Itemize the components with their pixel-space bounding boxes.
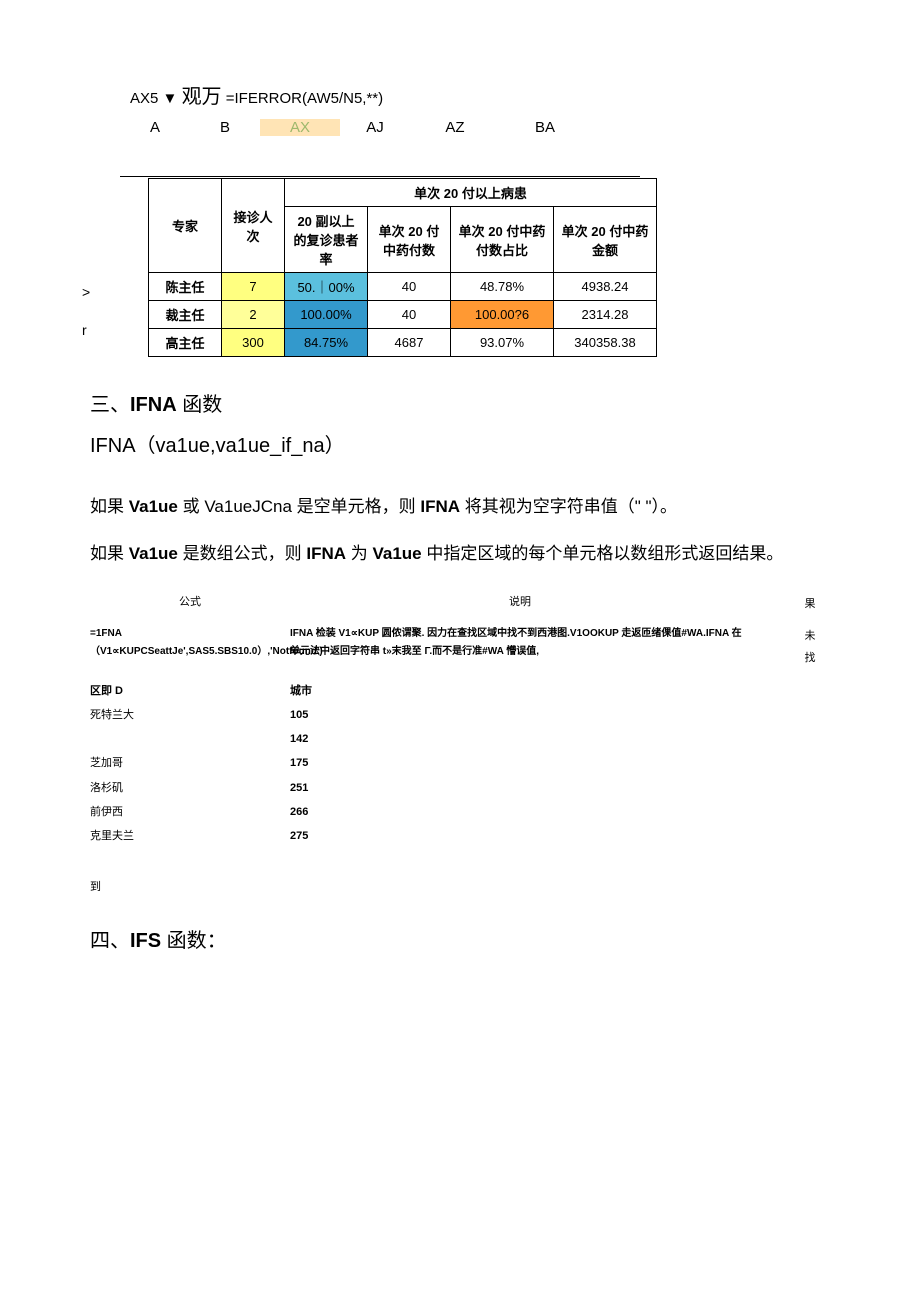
cell-amt: 2314.28	[554, 301, 657, 329]
list-item: 芝加哥 175	[90, 751, 830, 775]
sec-prefix: 三、	[90, 394, 130, 416]
list-item: 克里夫兰 275	[90, 824, 830, 848]
th-amt: 单次 20 付中药金额	[554, 207, 657, 273]
col-az: AZ	[410, 119, 500, 136]
sec-bold: IFNA	[130, 394, 177, 416]
col-aj: AJ	[340, 119, 410, 136]
cell-ref: AX5	[130, 90, 158, 107]
row-marker: r	[82, 322, 87, 338]
ifna-h-result-1: 果	[790, 593, 830, 615]
ifna-h-desc: 说明	[290, 593, 790, 615]
cell-expert: 裁主任	[149, 301, 222, 329]
ifna-h-result-2: 未	[790, 625, 830, 647]
cell-expert: 陈主任	[149, 273, 222, 301]
th-pct: 单次 20 付中药付数占比	[451, 207, 554, 273]
formula-expr: =IFERROR(AW5/N5,**)	[226, 90, 383, 107]
cell-expert: 高主任	[149, 329, 222, 357]
para-2: 如果 Va1ue 是数组公式，则 IFNA 为 Va1ue 中指定区域的每个单元…	[90, 535, 830, 572]
sec-suffix: 函数：	[161, 930, 227, 952]
sec-suffix: 函数	[177, 394, 223, 416]
para-1: 如果 Va1ue 或 Va1ueJCna 是空单元格，则 IFNA 将其视为空字…	[90, 488, 830, 525]
table-row: 裁主任 2 100.00% 40 100.00?6 2314.28	[149, 301, 657, 329]
ifna-desc-text: IFNA 检装 V1∝KUP 圆侬谓聚. 因力在查找区域中找不到西港图.V1OO…	[290, 625, 790, 669]
wan-text: 观万	[182, 86, 222, 108]
data-table: 专家 接诊人次 单次 20 付以上病患 20 副以上的复诊患者率 单次 20 付…	[148, 178, 657, 357]
cell-rate: 100.00%	[285, 301, 368, 329]
list-item: 142	[90, 727, 830, 751]
th-times: 单次 20 付中药付数	[368, 207, 451, 273]
cell-pct: 100.00?6	[451, 301, 554, 329]
ifna-h-result-3: 找	[790, 647, 830, 669]
col-a: A	[120, 119, 190, 136]
column-headers: A B AX AJ AZ BA	[120, 119, 830, 136]
sec-bold: IFS	[130, 930, 161, 952]
col-ax: AX	[260, 119, 340, 136]
cell-rate: 50.｜00%	[285, 273, 368, 301]
col-ba: BA	[500, 119, 590, 136]
ifna-k-city: 城市	[290, 679, 312, 703]
table-row: 高主任 300 84.75% 4687 93.07% 340358.38	[149, 329, 657, 357]
ifna-example: 公式 说明 果 =1FNA（V1∝KUPCSeattJe',SAS5.SBS10…	[90, 593, 830, 848]
cell-pct: 93.07%	[451, 329, 554, 357]
data-table-wrapper: 专家 接诊人次 单次 20 付以上病患 20 副以上的复诊患者率 单次 20 付…	[95, 177, 658, 358]
th-group: 单次 20 付以上病患	[285, 179, 657, 207]
ifna-h-formula: 公式	[90, 593, 290, 615]
cell-rate: 84.75%	[285, 329, 368, 357]
cell-visits: 2	[222, 301, 285, 329]
th-rate: 20 副以上的复诊患者率	[285, 207, 368, 273]
ifna-k-region: 区即 D	[90, 679, 290, 703]
cell-times: 40	[368, 273, 451, 301]
dropdown-arrow: ▼	[163, 90, 178, 107]
ifna-formula-text: =1FNA（V1∝KUPCSeattJe',SAS5.SBS10.0）,'Not…	[90, 625, 290, 669]
row-marker: >	[82, 284, 90, 300]
cell-amt: 4938.24	[554, 273, 657, 301]
th-expert: 专家	[149, 179, 222, 273]
table-row: 陈主任 7 50.｜00% 40 48.78% 4938.24	[149, 273, 657, 301]
dao-text: 到	[90, 878, 830, 894]
cell-pct: 48.78%	[451, 273, 554, 301]
cell-times: 40	[368, 301, 451, 329]
list-item: 前伊西 266	[90, 800, 830, 824]
ifna-syntax: IFNA（va1ue,va1ue_if_na）	[90, 429, 830, 458]
cell-times: 4687	[368, 329, 451, 357]
cell-visits: 7	[222, 273, 285, 301]
col-b: B	[190, 119, 260, 136]
heading-ifs: 四、IFS 函数：	[90, 924, 830, 953]
list-item: 洛杉矶 251	[90, 776, 830, 800]
cell-amt: 340358.38	[554, 329, 657, 357]
list-item: 死特兰大 105	[90, 703, 830, 727]
heading-ifna: 三、IFNA 函数	[90, 388, 830, 417]
sec-prefix: 四、	[90, 930, 130, 952]
th-visits: 接诊人次	[222, 179, 285, 273]
formula-bar: AX5 ▼ 观万 =IFERROR(AW5/N5,**)	[130, 80, 830, 109]
cell-visits: 300	[222, 329, 285, 357]
